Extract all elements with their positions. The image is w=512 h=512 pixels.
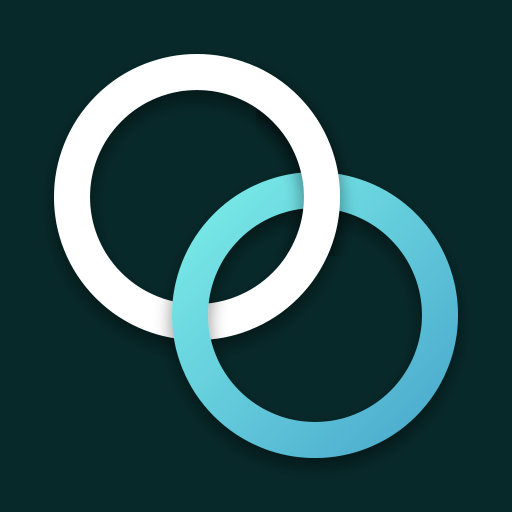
app-icon: [0, 0, 512, 512]
interlocking-rings-icon: [0, 0, 512, 512]
